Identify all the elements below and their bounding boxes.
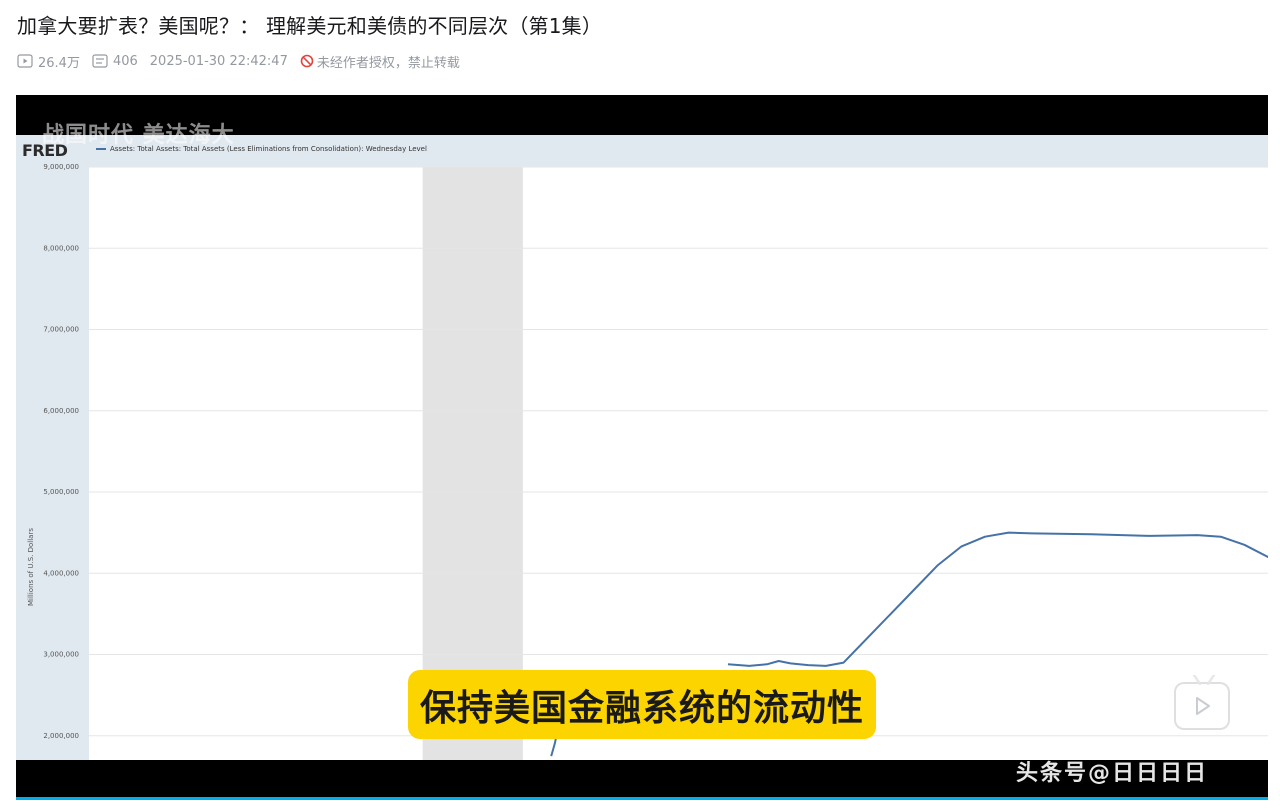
- y-tick-label: 8,000,000: [43, 244, 79, 252]
- copyright-notice-text: 未经作者授权，禁止转载: [316, 55, 460, 71]
- progress-bar[interactable]: [16, 797, 1268, 800]
- chart-plot: 2,000,000 3,000,000 4,000,000 5,000,000 6,00…: [43, 163, 1268, 760]
- publish-time: 2025-01-30 22:42:47: [149, 53, 288, 69]
- danmaku-icon: [92, 54, 108, 68]
- y-tick-label: 7,000,000: [43, 326, 79, 334]
- play-count-icon: [17, 54, 33, 68]
- forbidden-icon: [300, 54, 314, 68]
- play-button[interactable]: [1174, 675, 1230, 730]
- watermark: 头条号@日日日日: [1016, 761, 1209, 786]
- danmaku-count-value: 406: [112, 53, 138, 69]
- danmaku-count: 406: [92, 54, 138, 69]
- copyright-notice: 未经作者授权，禁止转载: [300, 52, 460, 71]
- play-icon: [1196, 697, 1210, 715]
- tv-ears-icon: [1192, 675, 1216, 685]
- subtitle-text: 保持美国金融系统的流动性: [419, 687, 864, 729]
- view-count: 26.4万: [17, 52, 80, 71]
- y-tick-label: 3,000,000: [43, 651, 79, 659]
- y-tick-label: 5,000,000: [43, 488, 79, 496]
- view-count-value: 26.4万: [38, 55, 80, 71]
- y-tick-label: 6,000,000: [43, 407, 79, 415]
- y-tick-label: 2,000,000: [43, 732, 79, 740]
- video-title: 加拿大要扩表？美国呢？： 理解美元和美债的不同层次（第1集）: [17, 14, 603, 38]
- fred-chart: Millions of U.S. Dollars 2,000,000 3,000,…: [16, 135, 1268, 760]
- video-meta: 26.4万 406 2025-01-30 22:42:47 未经作者授权，禁止转…: [17, 51, 460, 71]
- subtitle-caption: 保持美国金融系统的流动性: [408, 670, 876, 739]
- series-line: [727, 531, 1268, 667]
- y-tick-label: 9,000,000: [43, 163, 79, 171]
- video-player[interactable]: Millions of U.S. Dollars 2,000,000 3,000,…: [16, 95, 1268, 800]
- overlay-channel-text: 战国时代 美达海大: [42, 123, 235, 148]
- y-tick-label: 4,000,000: [43, 569, 79, 577]
